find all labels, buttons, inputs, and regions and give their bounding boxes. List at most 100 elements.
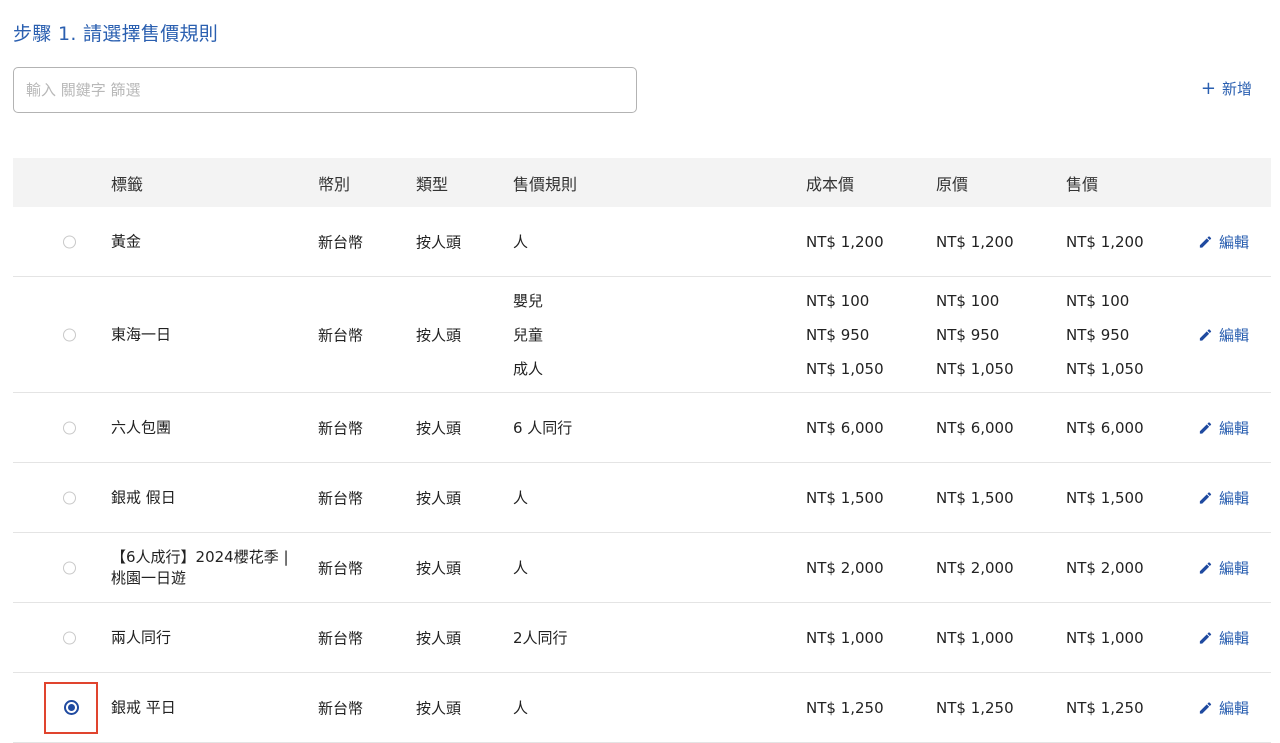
- header-cost: 成本價: [806, 174, 855, 194]
- edit-button[interactable]: 編輯: [1198, 417, 1249, 438]
- row-rule-list: 人: [513, 488, 528, 508]
- table-header: 標籤 幣別 類型 售價規則 成本價 原價 售價: [13, 158, 1271, 207]
- row-original-price-cell: NT$ 1,500: [936, 488, 1014, 508]
- edit-cell: 編輯: [1198, 557, 1249, 578]
- radio-cell: [63, 631, 76, 644]
- row-cost: NT$ 2,000: [806, 558, 884, 577]
- row-cost: NT$ 100: [806, 291, 870, 310]
- radio-button[interactable]: [63, 491, 76, 504]
- table-row: 黃金 新台幣 按人頭 人 NT$ 1,200 NT$ 1,200 NT$ 1,200 編輯: [13, 207, 1271, 277]
- row-sale-price-cell: NT$ 2,000: [1066, 558, 1144, 578]
- edit-cell: 編輯: [1198, 231, 1249, 252]
- edit-button[interactable]: 編輯: [1198, 697, 1249, 718]
- row-rule: 2人同行: [513, 628, 568, 647]
- row-rule-list: 嬰兒 兒童 成人: [513, 291, 543, 379]
- row-rule: 兒童: [513, 325, 544, 344]
- row-rule-list: 人: [513, 232, 528, 252]
- row-original-price: NT$ 950: [936, 325, 1000, 344]
- row-original-price-cell: NT$ 100 NT$ 950 NT$ 1,050: [936, 291, 1014, 379]
- edit-button[interactable]: 編輯: [1198, 231, 1249, 252]
- radio-cell: [63, 421, 76, 434]
- radio-button[interactable]: [63, 421, 76, 434]
- header-type: 類型: [416, 174, 449, 194]
- row-cost-cell: NT$ 1,000: [806, 628, 884, 648]
- row-sale-price-list: NT$ 1,200: [1066, 232, 1144, 252]
- row-original-price-list: NT$ 2,000: [936, 558, 1014, 578]
- edit-button[interactable]: 編輯: [1198, 627, 1249, 648]
- row-sale-price-cell: NT$ 1,000: [1066, 628, 1144, 648]
- row-type: 按人頭: [416, 489, 462, 507]
- pencil-icon: [1199, 235, 1212, 248]
- row-label: 六人包團: [111, 418, 172, 436]
- row-cost: NT$ 1,000: [806, 628, 884, 647]
- edit-button[interactable]: 編輯: [1198, 487, 1249, 508]
- pencil-icon: [1199, 631, 1212, 644]
- row-rule-list: 人: [513, 558, 528, 578]
- row-sale-price-list: NT$ 1,000: [1066, 628, 1144, 648]
- row-sale-price: NT$ 1,500: [1066, 488, 1144, 507]
- row-rule-cell: 人: [513, 232, 528, 252]
- row-original-price-list: NT$ 1,000: [936, 628, 1014, 648]
- row-original-price: NT$ 1,500: [936, 488, 1014, 507]
- row-sale-price: NT$ 6,000: [1066, 418, 1144, 437]
- row-cost-list: NT$ 6,000: [806, 418, 884, 438]
- row-sale-price-cell: NT$ 100 NT$ 950 NT$ 1,050: [1066, 291, 1144, 379]
- radio-cell: [63, 561, 76, 574]
- row-original-price-cell: NT$ 2,000: [936, 558, 1014, 578]
- row-original-price-list: NT$ 100 NT$ 950 NT$ 1,050: [936, 291, 1014, 379]
- row-type: 按人頭: [416, 629, 462, 647]
- header-sale-price: 售價: [1066, 174, 1099, 194]
- radio-button[interactable]: [63, 235, 76, 248]
- row-original-price-cell: NT$ 1,000: [936, 628, 1014, 648]
- row-cost-list: NT$ 1,250: [806, 698, 884, 718]
- selection-highlight: [44, 681, 98, 734]
- row-sale-price-list: NT$ 6,000: [1066, 418, 1144, 438]
- price-rule-table: 標籤 幣別 類型 售價規則 成本價 原價 售價 黃金 新台幣 按人頭人 NT$ 1,2…: [13, 158, 1271, 743]
- edit-cell: 編輯: [1198, 627, 1249, 648]
- row-cost: NT$ 6,000: [806, 418, 884, 437]
- row-original-price: NT$ 6,000: [936, 418, 1014, 437]
- keyword-filter-input[interactable]: [13, 67, 637, 113]
- row-type: 按人頭: [416, 699, 462, 717]
- row-original-price-list: NT$ 1,200: [936, 232, 1014, 252]
- row-cost: NT$ 1,200: [806, 232, 884, 251]
- row-sale-price: NT$ 100: [1066, 291, 1130, 310]
- edit-cell: 編輯: [1198, 697, 1249, 718]
- row-type: 按人頭: [416, 326, 462, 344]
- pencil-icon: [1199, 561, 1212, 574]
- plus-icon: +: [1200, 77, 1216, 99]
- table-row: 銀戒 平日 新台幣 按人頭 人 NT$ 1,250 NT$ 1,250 NT$ 1,250 編…: [13, 673, 1271, 743]
- row-sale-price: NT$ 2,000: [1066, 558, 1144, 577]
- edit-button[interactable]: 編輯: [1198, 324, 1249, 345]
- edit-button[interactable]: 編輯: [1198, 557, 1249, 578]
- row-type: 按人頭: [416, 233, 462, 251]
- row-original-price: NT$ 1,250: [936, 698, 1014, 717]
- row-label: 銀戒 平日: [111, 698, 176, 716]
- row-sale-price: NT$ 1,000: [1066, 628, 1144, 647]
- pencil-icon: [1199, 701, 1212, 714]
- row-sale-price-cell: NT$ 1,500: [1066, 488, 1144, 508]
- row-original-price-cell: NT$ 1,200: [936, 232, 1014, 252]
- row-cost-list: NT$ 1,500: [806, 488, 884, 508]
- edit-cell: 編輯: [1198, 324, 1249, 345]
- row-rule-cell: 人: [513, 558, 528, 578]
- row-rule-cell: 嬰兒 兒童 成人: [513, 291, 543, 379]
- radio-button[interactable]: [63, 328, 76, 341]
- row-cost-cell: NT$ 1,500: [806, 488, 884, 508]
- add-button[interactable]: + 新增: [1201, 78, 1252, 99]
- radio-selected[interactable]: [63, 700, 79, 715]
- row-sale-price: NT$ 1,050: [1066, 359, 1144, 378]
- row-rule-cell: 2人同行: [513, 628, 568, 648]
- row-rule-list: 2人同行: [513, 628, 568, 648]
- row-currency: 新台幣: [318, 233, 364, 251]
- row-cost-list: NT$ 2,000: [806, 558, 884, 578]
- radio-button[interactable]: [63, 561, 76, 574]
- row-rule-cell: 人: [513, 488, 528, 508]
- row-currency: 新台幣: [318, 489, 364, 507]
- row-original-price: NT$ 1,050: [936, 359, 1014, 378]
- radio-cell: [63, 491, 76, 504]
- radio-button[interactable]: [63, 631, 76, 644]
- row-cost: NT$ 1,500: [806, 488, 884, 507]
- table-row: 【6人成行】2024櫻花季 | 桃園一日遊 新台幣 按人頭 人 NT$ 2,000 NT$…: [13, 533, 1271, 603]
- pencil-icon: [1199, 491, 1212, 504]
